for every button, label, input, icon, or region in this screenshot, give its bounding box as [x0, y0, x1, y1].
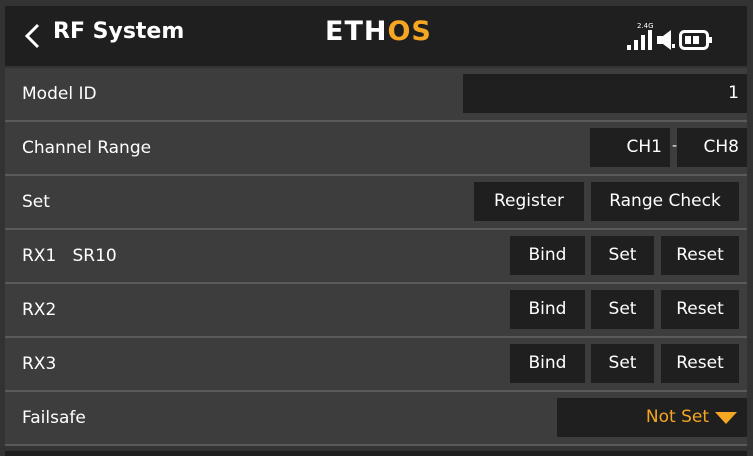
failsafe-value: Not Set: [645, 407, 709, 427]
speaker-icon: [657, 30, 675, 50]
register-button[interactable]: Register: [474, 182, 584, 221]
rx2-row: RX2 Bind Set Reset: [5, 284, 747, 338]
bottom-divider: [5, 451, 747, 456]
channel-range-from[interactable]: CH1: [590, 128, 670, 167]
set-row: Set Register Range Check: [5, 176, 747, 230]
rx2-set-button[interactable]: Set: [591, 290, 654, 329]
model-id-label: Model ID: [22, 84, 97, 104]
model-id-field[interactable]: 1: [463, 74, 747, 113]
rx1-bind-button[interactable]: Bind: [510, 236, 585, 275]
rx1-reset-button[interactable]: Reset: [661, 236, 739, 275]
failsafe-row: Failsafe Not Set: [5, 392, 747, 446]
rf-system-screen: RF System ETHOS 2.4G Model ID 1 Channel …: [0, 0, 753, 456]
page-title: RF System: [53, 19, 185, 44]
rx2-bind-button[interactable]: Bind: [510, 290, 585, 329]
status-icons: 2.4G: [617, 22, 737, 52]
channel-range-row: Channel Range CH1 - CH8: [5, 122, 747, 176]
rx1-set-button[interactable]: Set: [591, 236, 654, 275]
logo-accent: OS: [387, 16, 432, 47]
battery-icon: [679, 30, 712, 50]
back-chevron-icon[interactable]: [23, 23, 43, 49]
rx3-label: RX3: [22, 354, 57, 374]
rx3-reset-button[interactable]: Reset: [661, 344, 739, 383]
rx3-row: RX3 Bind Set Reset: [5, 338, 747, 392]
model-id-row: Model ID 1: [5, 68, 747, 122]
set-label: Set: [22, 192, 50, 212]
rx1-label: RX1 SR10: [22, 246, 117, 266]
rx2-label: RX2: [22, 300, 57, 320]
dropdown-triangle-icon: [715, 412, 737, 424]
range-check-button[interactable]: Range Check: [591, 182, 739, 221]
rx3-set-button[interactable]: Set: [591, 344, 654, 383]
header-bar: RF System ETHOS 2.4G: [5, 6, 747, 66]
channel-range-label: Channel Range: [22, 138, 152, 158]
rx1-row: RX1 SR10 Bind Set Reset: [5, 230, 747, 284]
signal-bars-icon: [627, 30, 652, 50]
rx3-bind-button[interactable]: Bind: [510, 344, 585, 383]
failsafe-label: Failsafe: [22, 408, 86, 428]
channel-range-to[interactable]: CH8: [677, 128, 747, 167]
logo-main: ETH: [325, 16, 388, 47]
ethos-logo: ETHOS: [325, 16, 432, 47]
rx2-reset-button[interactable]: Reset: [661, 290, 739, 329]
band-label: 2.4G: [637, 22, 654, 30]
